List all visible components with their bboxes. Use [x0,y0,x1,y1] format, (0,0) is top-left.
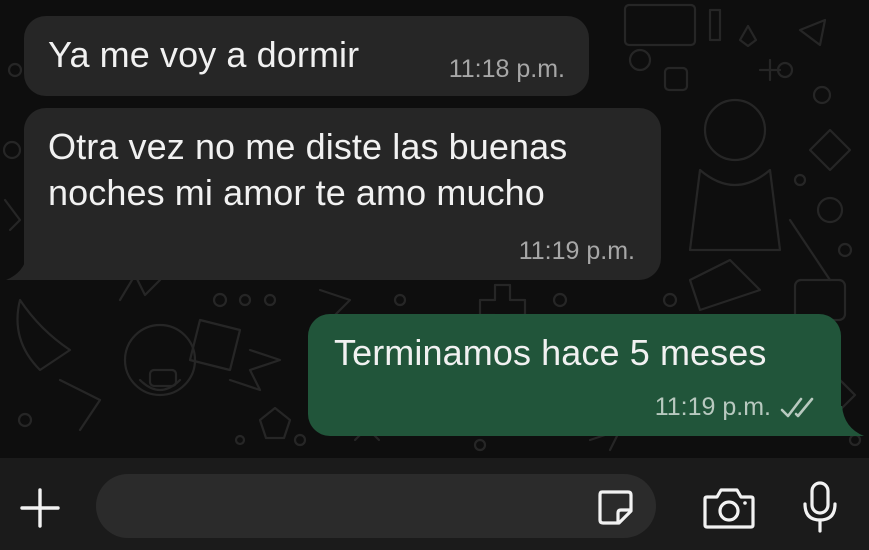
plus-icon [20,488,60,528]
incoming-message[interactable]: Otra vez no me diste las buenas noches m… [24,108,661,280]
incoming-message[interactable]: Ya me voy a dormir 11:18 p.m. [24,16,589,96]
sticker-button[interactable] [590,482,640,532]
chat-screen: Ya me voy a dormir 11:18 p.m. Otra vez n… [0,0,869,550]
message-timestamp: 11:19 p.m. [518,237,635,265]
message-text: Ya me voy a dormir [48,34,360,75]
read-receipt-icon [780,397,814,418]
attach-button[interactable] [14,482,66,534]
camera-icon [703,488,755,529]
message-timestamp: 11:19 p.m. [654,393,771,421]
microphone-icon [803,481,837,533]
bubble-tail [834,406,864,436]
message-timestamp: 11:18 p.m. [448,55,565,83]
outgoing-message[interactable]: Terminamos hace 5 meses 11:19 p.m. [308,314,841,436]
sticker-icon [598,490,633,525]
voice-message-button[interactable] [794,478,846,538]
message-input[interactable] [96,474,656,538]
chat-messages: Ya me voy a dormir 11:18 p.m. Otra vez n… [0,0,869,458]
camera-button[interactable] [700,482,758,534]
message-text: Terminamos hace 5 meses [334,332,767,373]
bubble-tail [6,250,36,280]
message-text: Otra vez no me diste las buenas noches m… [48,126,568,213]
